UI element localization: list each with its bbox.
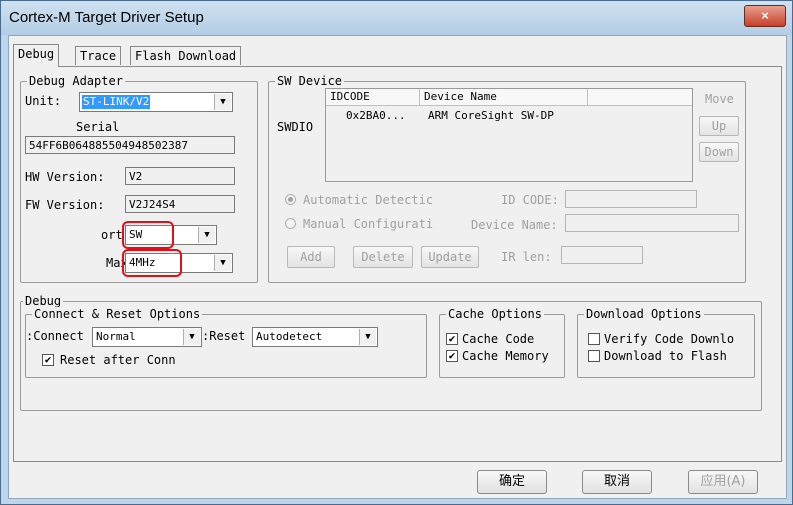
debug-adapter-group: Debug Adapter Unit: ST-LINK/V2 ▼ Serial … [20, 74, 258, 283]
max-clock-highlight [122, 249, 182, 277]
cache-code-label: Cache Code [462, 332, 535, 346]
cache-options-group: Cache Options ✔ Cache Code ✔ Cache Memor… [439, 307, 565, 378]
title-bar[interactable]: Cortex-M Target Driver Setup × [1, 1, 792, 35]
verify-code-label: Verify Code Downlo [604, 332, 735, 346]
verify-code-checkbox[interactable] [588, 333, 600, 345]
reset-after-connect-label: Reset after Conn [60, 353, 176, 367]
unit-value: ST-LINK/V2 [82, 95, 151, 109]
check-icon: ✔ [448, 332, 456, 345]
download-to-flash-checkbox[interactable] [588, 350, 600, 362]
update-button[interactable]: Update [421, 246, 479, 268]
row-idcode: 0x2BA0... [346, 109, 406, 122]
tab-trace[interactable]: Trace [75, 46, 122, 65]
window-title: Cortex-M Target Driver Setup [9, 9, 204, 26]
download-options-group: Download Options Verify Code Downlo Down… [577, 307, 755, 378]
serial-field: 54FF6B064885504948502387 [25, 136, 235, 154]
delete-button[interactable]: Delete [353, 246, 413, 268]
device-list-header: IDCODE Device Name [326, 89, 692, 106]
move-down-button[interactable]: Down [699, 142, 739, 162]
hw-version-field: V2 [125, 167, 235, 185]
chevron-down-icon[interactable]: ▼ [359, 329, 376, 345]
manual-config-label: Manual Configurati [303, 217, 434, 231]
cache-memory-checkbox[interactable]: ✔ [446, 350, 458, 362]
cache-memory-label: Cache Memory [462, 349, 549, 363]
chevron-down-icon[interactable]: ▼ [183, 329, 200, 345]
connect-reset-group: Connect & Reset Options Connect: Normal … [25, 307, 427, 378]
chevron-down-icon[interactable]: ▼ [214, 94, 231, 110]
row-device-name: ARM CoreSight SW-DP [428, 109, 554, 122]
connect-select[interactable]: Normal ▼ [92, 327, 202, 347]
cancel-button[interactable]: 取消 [582, 470, 652, 494]
apply-button[interactable]: 应用(A) [688, 470, 758, 494]
fw-version-field: V2J24S4 [125, 195, 235, 213]
download-to-flash-label: Download to Flash [604, 349, 727, 363]
reset-select[interactable]: Autodetect ▼ [252, 327, 378, 347]
serial-label: Serial [76, 120, 120, 134]
chevron-down-icon[interactable]: ▼ [198, 227, 215, 243]
debug-group: Debug Connect & Reset Options Connect: N… [20, 294, 762, 411]
debug-title: Debug [23, 294, 64, 308]
cache-options-title: Cache Options [446, 307, 544, 321]
check-icon: ✔ [44, 353, 52, 366]
fw-version-label: FW Version: [25, 198, 105, 212]
debug-adapter-title: Debug Adapter [27, 74, 125, 88]
ir-len-label: IR len: [501, 250, 552, 264]
check-icon: ✔ [448, 349, 456, 362]
add-button[interactable]: Add [287, 246, 335, 268]
auto-detect-radio[interactable] [285, 194, 296, 205]
connect-reset-title: Connect & Reset Options [32, 307, 203, 321]
close-icon: × [761, 8, 769, 23]
close-button[interactable]: × [744, 5, 786, 27]
sw-device-title: SW Device [275, 74, 345, 88]
tab-debug[interactable]: Debug [13, 44, 60, 67]
move-up-button[interactable]: Up [699, 116, 739, 136]
column-device-name[interactable]: Device Name [420, 89, 588, 105]
id-code-field[interactable] [565, 190, 697, 208]
connect-value: Normal [96, 330, 136, 343]
cache-code-checkbox[interactable]: ✔ [446, 333, 458, 345]
chevron-down-icon[interactable]: ▼ [214, 255, 231, 271]
column-idcode[interactable]: IDCODE [326, 89, 420, 105]
device-name-field[interactable] [565, 214, 739, 232]
debug-tab-panel: Debug Adapter Unit: ST-LINK/V2 ▼ Serial … [13, 66, 782, 462]
auto-detect-label: Automatic Detectic [303, 193, 434, 207]
ok-button[interactable]: 确定 [477, 470, 547, 494]
unit-select[interactable]: ST-LINK/V2 ▼ [79, 92, 233, 112]
manual-config-radio[interactable] [285, 218, 296, 229]
sw-device-group: SW Device SWDIO IDCODE Device Name 0x2BA… [268, 74, 746, 283]
tab-flash-download[interactable]: Flash Download [130, 46, 242, 65]
unit-label: Unit: [25, 94, 62, 108]
dialog-window: Cortex-M Target Driver Setup × Debug Tra… [0, 0, 793, 505]
reset-label: Reset: [202, 329, 246, 343]
reset-after-connect-checkbox[interactable]: ✔ [42, 354, 54, 366]
swdio-label: SWDIO [277, 120, 314, 134]
dialog-client: Debug Trace Flash Download Debug Adapter… [8, 35, 787, 499]
port-highlight [122, 221, 174, 249]
reset-value: Autodetect [256, 330, 323, 343]
id-code-label: ID CODE: [501, 193, 559, 207]
download-options-title: Download Options [584, 307, 704, 321]
connect-label: Connect: [26, 329, 84, 343]
device-name-label: Device Name: [471, 218, 558, 232]
move-label: Move [705, 92, 734, 106]
ir-len-field[interactable] [561, 246, 643, 264]
hw-version-label: HW Version: [25, 170, 105, 184]
device-list[interactable]: IDCODE Device Name 0x2BA0... ARM CoreSig… [325, 88, 693, 182]
